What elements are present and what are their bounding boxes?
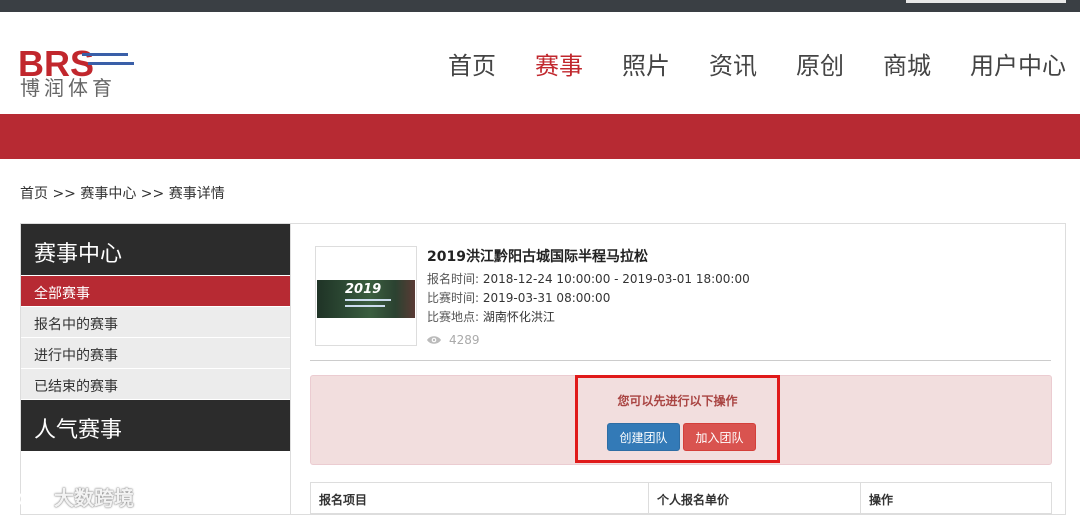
sidebar-title: 赛事中心: [21, 224, 290, 275]
sidebar: 赛事中心 全部赛事 报名中的赛事 进行中的赛事 已结束的赛事 人气赛事: [20, 223, 291, 515]
race-place-value: 湖南怀化洪江: [482, 310, 555, 324]
main-nav: 首页 赛事 照片 资讯 原创 商城 用户中心: [423, 46, 1080, 81]
signup-time-row: 报名时间: 2018-12-24 10:00:00 - 2019-03-01 1…: [427, 270, 1047, 289]
top-search-box[interactable]: [906, 0, 1066, 3]
thumbnail-year: 2019: [345, 282, 382, 297]
sidebar-item-ongoing[interactable]: 进行中的赛事: [21, 338, 290, 368]
nav-photos[interactable]: 照片: [622, 46, 670, 81]
nav-home[interactable]: 首页: [448, 46, 496, 81]
nav-original[interactable]: 原创: [796, 46, 844, 81]
sidebar-item-registering[interactable]: 报名中的赛事: [21, 307, 290, 337]
watermark: 大数跨境: [8, 482, 134, 511]
nav-shop[interactable]: 商城: [883, 46, 931, 81]
team-alert: 您可以先进行以下操作 创建团队 加入团队: [310, 375, 1052, 465]
brand-name: 博润体育: [20, 76, 116, 100]
sidebar-item-all-events[interactable]: 全部赛事: [21, 276, 290, 306]
race-place-label: 比赛地点:: [427, 310, 480, 324]
sidebar-item-ended[interactable]: 已结束的赛事: [21, 369, 290, 399]
brand-logo[interactable]: BRS 博润体育: [18, 34, 138, 100]
race-time-value: 2019-03-31 08:00:00: [482, 291, 611, 305]
race-time-row: 比赛时间: 2019-03-31 08:00:00: [427, 289, 1047, 308]
event-thumbnail[interactable]: 2019: [315, 246, 417, 346]
table-header-price: 个人报名单价: [649, 483, 861, 513]
alert-message: 您可以先进行以下操作: [617, 394, 738, 408]
nav-user-center[interactable]: 用户中心: [970, 46, 1066, 81]
create-team-button[interactable]: 创建团队: [607, 423, 680, 451]
signup-time-label: 报名时间:: [427, 272, 480, 286]
top-bar: [0, 0, 1080, 12]
view-count-value: 4289: [449, 333, 480, 347]
red-banner: [0, 114, 1080, 159]
event-title[interactable]: 2019洪江黔阳古城国际半程马拉松: [427, 246, 1047, 266]
registration-table-header: 报名项目 个人报名单价 操作: [310, 482, 1052, 514]
join-team-button[interactable]: 加入团队: [683, 423, 756, 451]
table-header-item: 报名项目: [311, 483, 649, 513]
view-count: 4289: [427, 333, 1047, 347]
race-time-label: 比赛时间:: [427, 291, 480, 305]
event-image: 2019: [317, 280, 415, 318]
site-header: BRS 博润体育 首页 赛事 照片 资讯 原创 商城 用户中心: [0, 12, 1080, 114]
watermark-logo-icon: [9, 486, 45, 506]
sidebar-title-popular: 人气赛事: [21, 400, 290, 451]
nav-events[interactable]: 赛事: [535, 46, 583, 81]
eye-icon: [427, 336, 441, 344]
event-detail-panel: 2019 2019洪江黔阳古城国际半程马拉松 报名时间: 2018-12-24 …: [291, 223, 1066, 515]
signup-time-value: 2018-12-24 10:00:00 - 2019-03-01 18:00:0…: [482, 272, 750, 286]
table-header-action: 操作: [869, 493, 894, 507]
race-place-row: 比赛地点: 湖南怀化洪江: [427, 308, 1047, 327]
highlight-box: 您可以先进行以下操作 创建团队 加入团队: [575, 375, 780, 463]
divider: [310, 360, 1051, 361]
breadcrumb: 首页 >> 赛事中心 >> 赛事详情: [20, 186, 225, 202]
nav-news[interactable]: 资讯: [709, 46, 757, 81]
watermark-text: 大数跨境: [54, 486, 134, 510]
event-info: 2019洪江黔阳古城国际半程马拉松 报名时间: 2018-12-24 10:00…: [427, 246, 1047, 347]
